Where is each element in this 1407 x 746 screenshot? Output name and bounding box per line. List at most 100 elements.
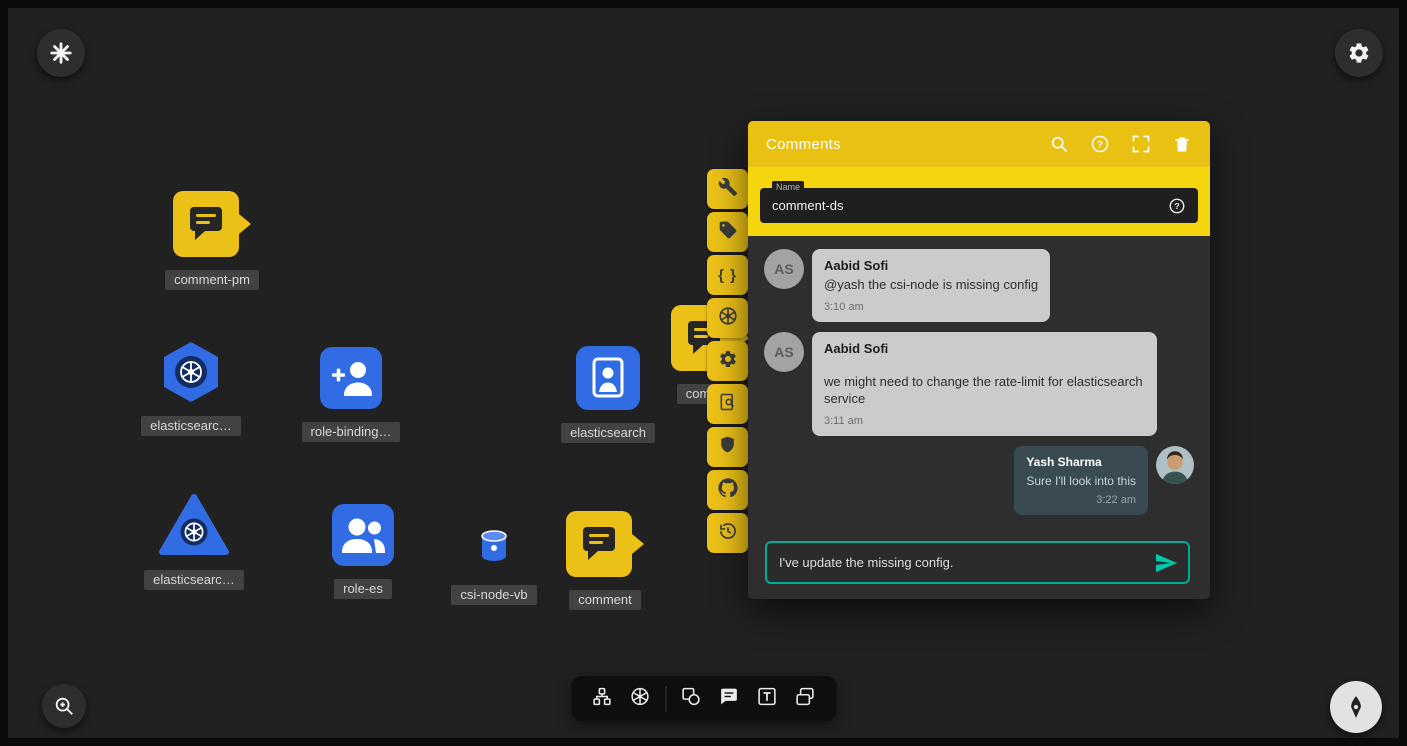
wrench-icon: [718, 177, 738, 202]
message-bubble: Aabid Sofi we might need to change the r…: [812, 332, 1157, 436]
settings-button[interactable]: [1335, 29, 1383, 77]
document-search-icon: [718, 392, 738, 417]
role-binding-icon: [320, 347, 382, 409]
help-icon[interactable]: ?: [1090, 134, 1110, 154]
shapes-dock-button[interactable]: [672, 676, 710, 721]
comment-message: AS Aabid Sofi @yash the csi-node is miss…: [764, 249, 1194, 322]
message-time: 3:10 am: [824, 301, 1038, 313]
storage-cylinder-icon: [479, 529, 509, 563]
comments-panel: Comments ? Name ?: [748, 121, 1210, 599]
comment-name-input[interactable]: [772, 198, 1168, 213]
kubernetes-dock-button[interactable]: [621, 676, 659, 721]
node-label: role-binding…: [302, 422, 401, 442]
node-label: comment: [569, 590, 640, 610]
node-elasticsearch-hexagon[interactable]: elasticsearc…: [121, 341, 261, 436]
components-dock-button[interactable]: [583, 676, 621, 721]
node-label: comment-pm: [165, 270, 259, 290]
text-dock-button[interactable]: [748, 676, 786, 721]
node-label: role-es: [334, 579, 392, 599]
message-author: Aabid Sofi: [824, 341, 1145, 356]
comment-bubble-icon: [719, 686, 740, 712]
avatar: AS: [764, 249, 804, 289]
design-canvas[interactable]: comment-pm elasticsearc…: [0, 0, 1407, 746]
send-icon[interactable]: [1154, 551, 1178, 575]
comment-compose-input[interactable]: [779, 555, 1154, 570]
dock-divider: [665, 686, 666, 712]
node-label: elasticsearc…: [144, 570, 244, 590]
tools-dock: [571, 676, 836, 721]
zoom-in-icon: [53, 695, 75, 717]
tag-icon: [718, 220, 738, 245]
node-label: elasticsearch: [561, 423, 655, 443]
inspect-tool-button[interactable]: [707, 384, 748, 424]
kubernetes-wheel-icon: [717, 305, 739, 332]
configure-tool-button[interactable]: [707, 169, 748, 209]
node-comment-pm[interactable]: comment-pm: [142, 191, 282, 290]
expand-icon[interactable]: [1131, 134, 1151, 154]
message-bubble: Aabid Sofi @yash the csi-node is missing…: [812, 249, 1050, 322]
gear-icon: [718, 349, 738, 374]
kubernetes-tool-button[interactable]: [707, 298, 748, 338]
service-account-icon: [576, 346, 640, 410]
history-tool-button[interactable]: [707, 513, 748, 553]
braces-icon: { }: [718, 267, 737, 284]
user-photo-avatar: [1156, 446, 1194, 484]
svg-text:?: ?: [1097, 140, 1103, 151]
comment-thread: AS Aabid Sofi @yash the csi-node is miss…: [748, 236, 1210, 515]
panel-title: Comments: [766, 136, 841, 153]
comment-message: AS Aabid Sofi we might need to change th…: [764, 332, 1194, 436]
field-help-icon[interactable]: ?: [1168, 197, 1186, 215]
message-text: @yash the csi-node is missing config: [824, 276, 1038, 294]
panel-actions: ?: [1049, 134, 1192, 154]
pen-nib-icon: [1343, 694, 1369, 720]
tag-tool-button[interactable]: [707, 212, 748, 252]
whiteboard-pen-button[interactable]: [1330, 681, 1382, 733]
message-bubble: Yash Sharma Sure I'll look into this 3:2…: [1014, 446, 1148, 515]
message-time: 3:11 am: [824, 415, 1145, 427]
kubernetes-hexagon-icon: [162, 341, 220, 403]
message-author: Aabid Sofi: [824, 258, 1038, 273]
policy-tool-button[interactable]: [707, 427, 748, 467]
comment-dock-button[interactable]: [710, 676, 748, 721]
avatar: AS: [764, 332, 804, 372]
comments-panel-header[interactable]: Comments ?: [748, 121, 1210, 167]
node-role-es[interactable]: role-es: [293, 504, 433, 599]
media-dock-button[interactable]: [786, 676, 824, 721]
node-action-toolbar: { }: [707, 169, 748, 553]
kubernetes-triangle-icon: [158, 493, 230, 557]
svg-text:?: ?: [1174, 201, 1179, 211]
node-comment[interactable]: comment: [535, 511, 675, 610]
github-icon: [718, 478, 738, 503]
node-elasticsearch-triangle[interactable]: elasticsearc…: [124, 493, 264, 590]
kanvas-logo-icon: [48, 40, 74, 66]
media-icon: [795, 686, 816, 712]
name-field-label: Name: [772, 181, 804, 193]
node-label: elasticsearc…: [141, 416, 241, 436]
gear-icon: [1347, 41, 1371, 65]
shapes-icon: [681, 686, 702, 712]
message-text: Sure I'll look into this: [1026, 473, 1136, 489]
comment-node-icon: [566, 511, 644, 577]
message-time: 3:22 am: [1026, 494, 1136, 506]
history-clock-icon: [718, 521, 738, 546]
comment-message: Yash Sharma Sure I'll look into this 3:2…: [764, 446, 1194, 515]
node-role-binding[interactable]: role-binding…: [281, 347, 421, 442]
github-tool-button[interactable]: [707, 470, 748, 510]
app-logo-button[interactable]: [37, 29, 85, 77]
json-config-tool-button[interactable]: { }: [707, 255, 748, 295]
hierarchy-icon: [592, 686, 613, 712]
zoom-in-button[interactable]: [42, 684, 86, 728]
message-text: we might need to change the rate-limit f…: [824, 373, 1145, 408]
settings-tool-button[interactable]: [707, 341, 748, 381]
text-icon: [757, 686, 778, 712]
message-author: Yash Sharma: [1026, 455, 1136, 469]
comment-node-icon: [173, 191, 251, 257]
comment-name-field[interactable]: Name ?: [760, 188, 1198, 223]
shield-icon: [718, 435, 737, 459]
comment-name-section: Name ?: [748, 167, 1210, 236]
kubernetes-wheel-icon: [630, 686, 651, 712]
comment-compose-row: [765, 541, 1190, 584]
delete-icon[interactable]: [1172, 134, 1192, 154]
search-icon[interactable]: [1049, 134, 1069, 154]
node-label: csi-node-vb: [451, 585, 536, 605]
